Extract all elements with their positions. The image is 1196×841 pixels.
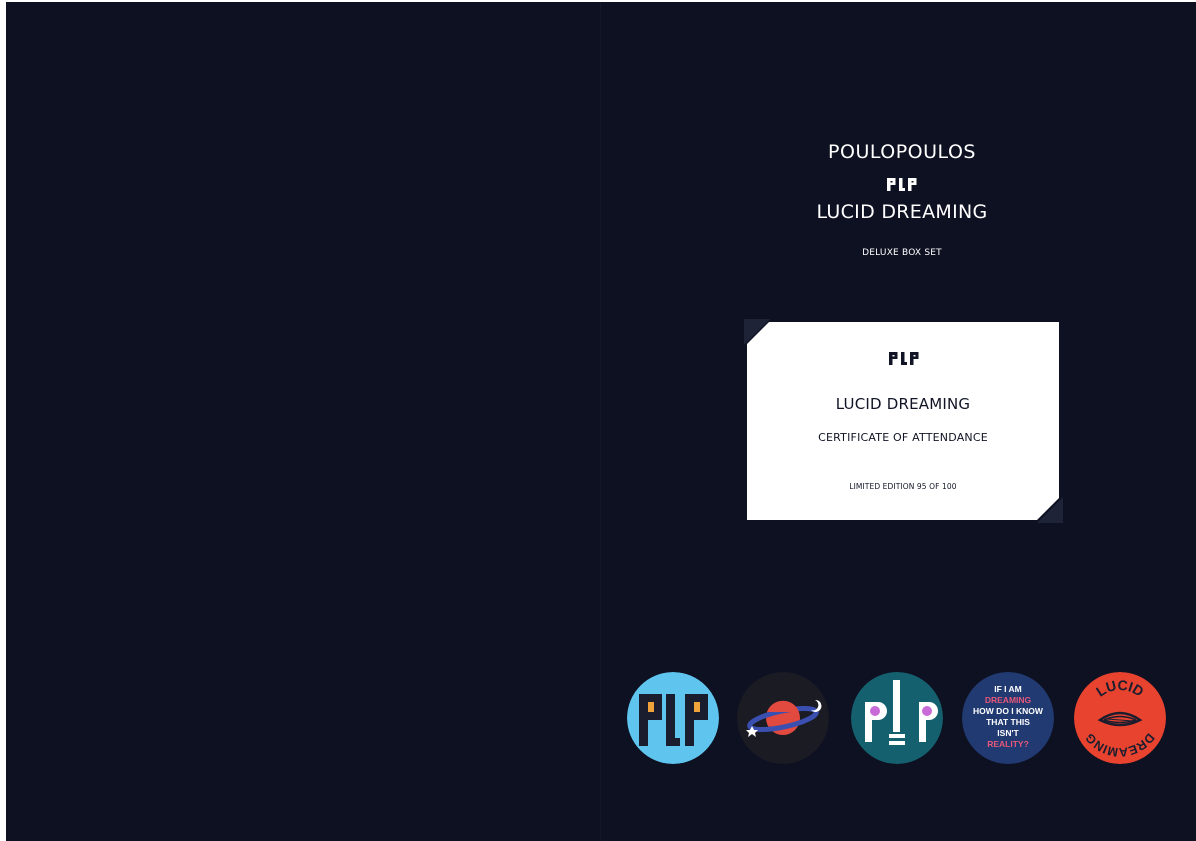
- cover-title-block: POULOPOULOS LUCID DREAMING DELUXE BOX SE…: [740, 140, 1064, 258]
- limited-edition-number: LIMITED EDITION 95 OF 100: [849, 482, 957, 491]
- reality-line-2: DREAMING: [984, 695, 1032, 705]
- reality-badge-text: IF I AM DREAMING HOW DO I KNOW THAT THIS…: [962, 684, 1054, 750]
- reality-line-1: IF I AM: [994, 684, 1022, 694]
- certificate-paper: LUCID DREAMING CERTIFICATE OF ATTENDANCE…: [747, 322, 1059, 520]
- plp-logo-icon: [887, 178, 917, 191]
- reality-line-4: THAT THIS: [986, 717, 1030, 727]
- planet-badge: [737, 672, 829, 764]
- center-fold: [600, 2, 601, 841]
- planet-icon: [737, 672, 829, 764]
- lucid-dreaming-icon: LUCID DREAMING: [1074, 672, 1166, 764]
- plp-logo-badge: [627, 672, 719, 764]
- plp-teal-icon: [851, 672, 943, 764]
- album-title: LUCID DREAMING: [816, 201, 988, 223]
- plp-badge-icon: [627, 672, 719, 764]
- reality-badge: IF I AM DREAMING HOW DO I KNOW THAT THIS…: [962, 672, 1054, 764]
- reality-line-3: HOW DO I KNOW: [973, 706, 1043, 716]
- artist-name: POULOPOULOS: [828, 141, 976, 163]
- plp-logo-icon: [888, 350, 920, 366]
- certificate-subtitle: CERTIFICATE OF ATTENDANCE: [818, 431, 988, 444]
- reality-line-6: REALITY?: [987, 739, 1029, 749]
- lucid-dreaming-badge: LUCID DREAMING: [1074, 672, 1166, 764]
- certificate-card: LUCID DREAMING CERTIFICATE OF ATTENDANCE…: [743, 319, 1063, 523]
- certificate-title: LUCID DREAMING: [835, 395, 971, 413]
- reality-line-5: ISN'T: [997, 728, 1019, 738]
- plp-teal-badge: [851, 672, 943, 764]
- edition-label: DELUXE BOX SET: [862, 248, 942, 258]
